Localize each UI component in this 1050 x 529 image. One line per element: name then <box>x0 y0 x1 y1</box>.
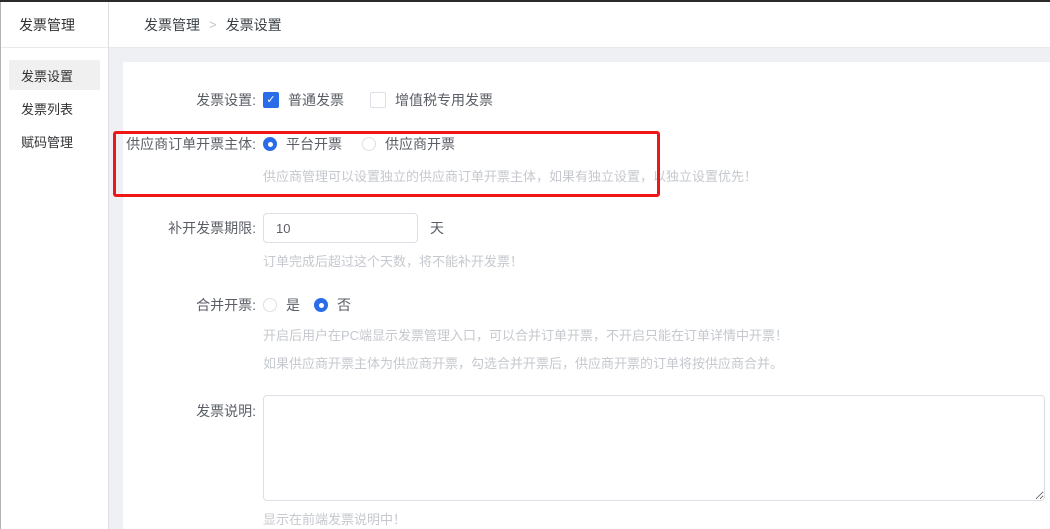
breadcrumb-item-invoice-settings: 发票设置 <box>226 15 282 35</box>
reissue-deadline-helper: 订单完成后超过这个天数，将不能补开发票！ <box>263 251 523 270</box>
radio-unchecked-icon[interactable] <box>362 137 376 151</box>
sidebar-menu: 发票设置 发票列表 赋码管理 <box>1 48 108 171</box>
invoice-type-label: 发票设置: <box>123 90 256 110</box>
radio-label[interactable]: 是 <box>286 295 300 315</box>
row-merge-invoice: 合并开票: 是 否 <box>123 295 1050 315</box>
merge-invoice-helper-row-1: 开启后用户在PC端显示发票管理入口，可以合并订单开票，不开启只能在订单详情中开票… <box>123 325 1050 344</box>
supplier-subject-helper: 供应商管理可以设置独立的供应商订单开票主体，如果有独立设置，以独立设置优先！ <box>263 166 757 185</box>
reissue-deadline-input[interactable] <box>263 213 418 243</box>
checkbox-option-vat-special-invoice[interactable]: 增值税专用发票 <box>370 90 493 110</box>
content-area: 发票设置: ✓ 普通发票 增值税专用发票 供应商订单开票主体: <box>109 48 1050 529</box>
row-supplier-subject: 供应商订单开票主体: 平台开票 供应商开票 <box>123 134 1050 154</box>
radio-option-merge-yes[interactable]: 是 <box>263 295 300 315</box>
merge-invoice-helper-1: 开启后用户在PC端显示发票管理入口，可以合并订单开票，不开启只能在订单详情中开票… <box>263 325 788 344</box>
main-area: 发票管理 > 发票设置 发票设置: ✓ 普通发票 增值税专用发票 <box>109 2 1050 529</box>
sidebar-title: 发票管理 <box>1 2 108 48</box>
reissue-deadline-helper-row: 订单完成后超过这个天数，将不能补开发票！ <box>123 251 1050 270</box>
checkbox-unchecked-icon[interactable] <box>370 92 386 108</box>
row-invoice-note: 发票说明: <box>123 395 1050 501</box>
reissue-deadline-label: 补开发票期限: <box>123 218 256 238</box>
breadcrumb: 发票管理 > 发票设置 <box>109 2 1050 48</box>
radio-option-supplier-invoicing[interactable]: 供应商开票 <box>362 134 455 154</box>
supplier-subject-label: 供应商订单开票主体: <box>123 134 256 154</box>
radio-checked-icon[interactable] <box>263 137 277 151</box>
radio-unchecked-icon[interactable] <box>263 298 277 312</box>
row-invoice-type: 发票设置: ✓ 普通发票 增值税专用发票 <box>123 90 1050 110</box>
radio-label[interactable]: 供应商开票 <box>385 134 455 154</box>
sidebar-item-code-management[interactable]: 赋码管理 <box>9 126 100 156</box>
supplier-subject-helper-row: 供应商管理可以设置独立的供应商订单开票主体，如果有独立设置，以独立设置优先！ <box>123 166 1050 185</box>
radio-checked-icon[interactable] <box>314 298 328 312</box>
breadcrumb-separator-icon: > <box>209 17 217 32</box>
breadcrumb-item-invoice-management[interactable]: 发票管理 <box>144 15 200 35</box>
reissue-deadline-unit: 天 <box>430 218 444 238</box>
checkbox-checked-icon[interactable]: ✓ <box>263 92 279 108</box>
invoice-note-label: 发票说明: <box>123 395 256 421</box>
radio-option-merge-no[interactable]: 否 <box>314 295 351 315</box>
checkbox-label[interactable]: 增值税专用发票 <box>395 90 493 110</box>
radio-label[interactable]: 平台开票 <box>286 134 342 154</box>
row-reissue-deadline: 补开发票期限: 天 <box>123 213 1050 243</box>
merge-invoice-label: 合并开票: <box>123 295 256 315</box>
radio-option-platform-invoicing[interactable]: 平台开票 <box>263 134 342 154</box>
sidebar-item-invoice-list[interactable]: 发票列表 <box>9 93 100 123</box>
sidebar-item-invoice-settings[interactable]: 发票设置 <box>9 60 100 90</box>
settings-card: 发票设置: ✓ 普通发票 增值税专用发票 供应商订单开票主体: <box>123 62 1050 529</box>
app-container: 发票管理 发票设置 发票列表 赋码管理 发票管理 > 发票设置 发票设置: ✓ … <box>0 2 1050 529</box>
radio-label[interactable]: 否 <box>337 295 351 315</box>
merge-invoice-helper-2: 如果供应商开票主体为供应商开票，勾选合并开票后，供应商开票的订单将按供应商合并。 <box>263 353 783 372</box>
checkbox-label[interactable]: 普通发票 <box>288 90 344 110</box>
merge-invoice-helper-row-2: 如果供应商开票主体为供应商开票，勾选合并开票后，供应商开票的订单将按供应商合并。 <box>123 353 1050 372</box>
invoice-note-helper: 显示在前端发票说明中！ <box>263 509 406 528</box>
sidebar: 发票管理 发票设置 发票列表 赋码管理 <box>1 2 109 529</box>
invoice-note-textarea[interactable] <box>263 395 1045 501</box>
checkbox-option-ordinary-invoice[interactable]: ✓ 普通发票 <box>263 90 344 110</box>
invoice-note-helper-row: 显示在前端发票说明中！ <box>123 509 1050 528</box>
